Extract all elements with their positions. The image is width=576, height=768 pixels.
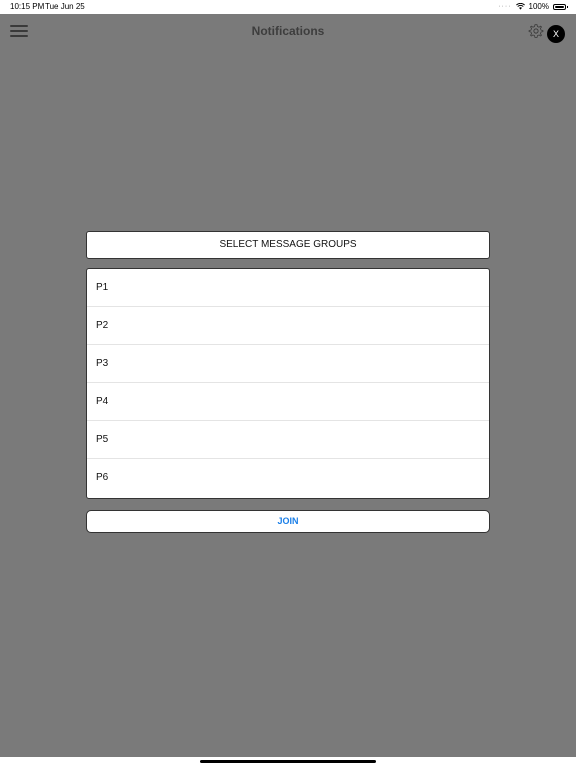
join-button[interactable]: JOIN <box>86 510 490 533</box>
page-title: Notifications <box>251 24 325 38</box>
status-right: ···· 100% <box>498 2 568 11</box>
battery-icon <box>553 3 568 10</box>
wifi-icon <box>515 3 525 10</box>
status-date: Tue Jun 25 <box>45 2 85 11</box>
list-item-p6[interactable]: P6 <box>87 459 489 497</box>
signal-dots-icon: ···· <box>498 3 512 10</box>
message-group-list: P1 P2 P3 P4 P5 P6 <box>86 268 490 499</box>
status-bar: 10:15 PM Tue Jun 25 ···· 100% <box>0 0 576 14</box>
select-message-groups-header: SELECT MESSAGE GROUPS <box>86 231 490 259</box>
list-item-p2[interactable]: P2 <box>87 307 489 345</box>
list-item-p3[interactable]: P3 <box>87 345 489 383</box>
gear-icon[interactable] <box>528 23 544 39</box>
status-time: 10:15 PM <box>10 2 45 11</box>
list-item-p1[interactable]: P1 <box>87 269 489 307</box>
home-indicator[interactable] <box>200 760 376 763</box>
battery-percent: 100% <box>528 2 549 11</box>
close-button[interactable]: X <box>547 25 565 43</box>
navigation-bar: Notifications X <box>0 14 576 50</box>
list-item-p4[interactable]: P4 <box>87 383 489 421</box>
list-item-p5[interactable]: P5 <box>87 421 489 459</box>
